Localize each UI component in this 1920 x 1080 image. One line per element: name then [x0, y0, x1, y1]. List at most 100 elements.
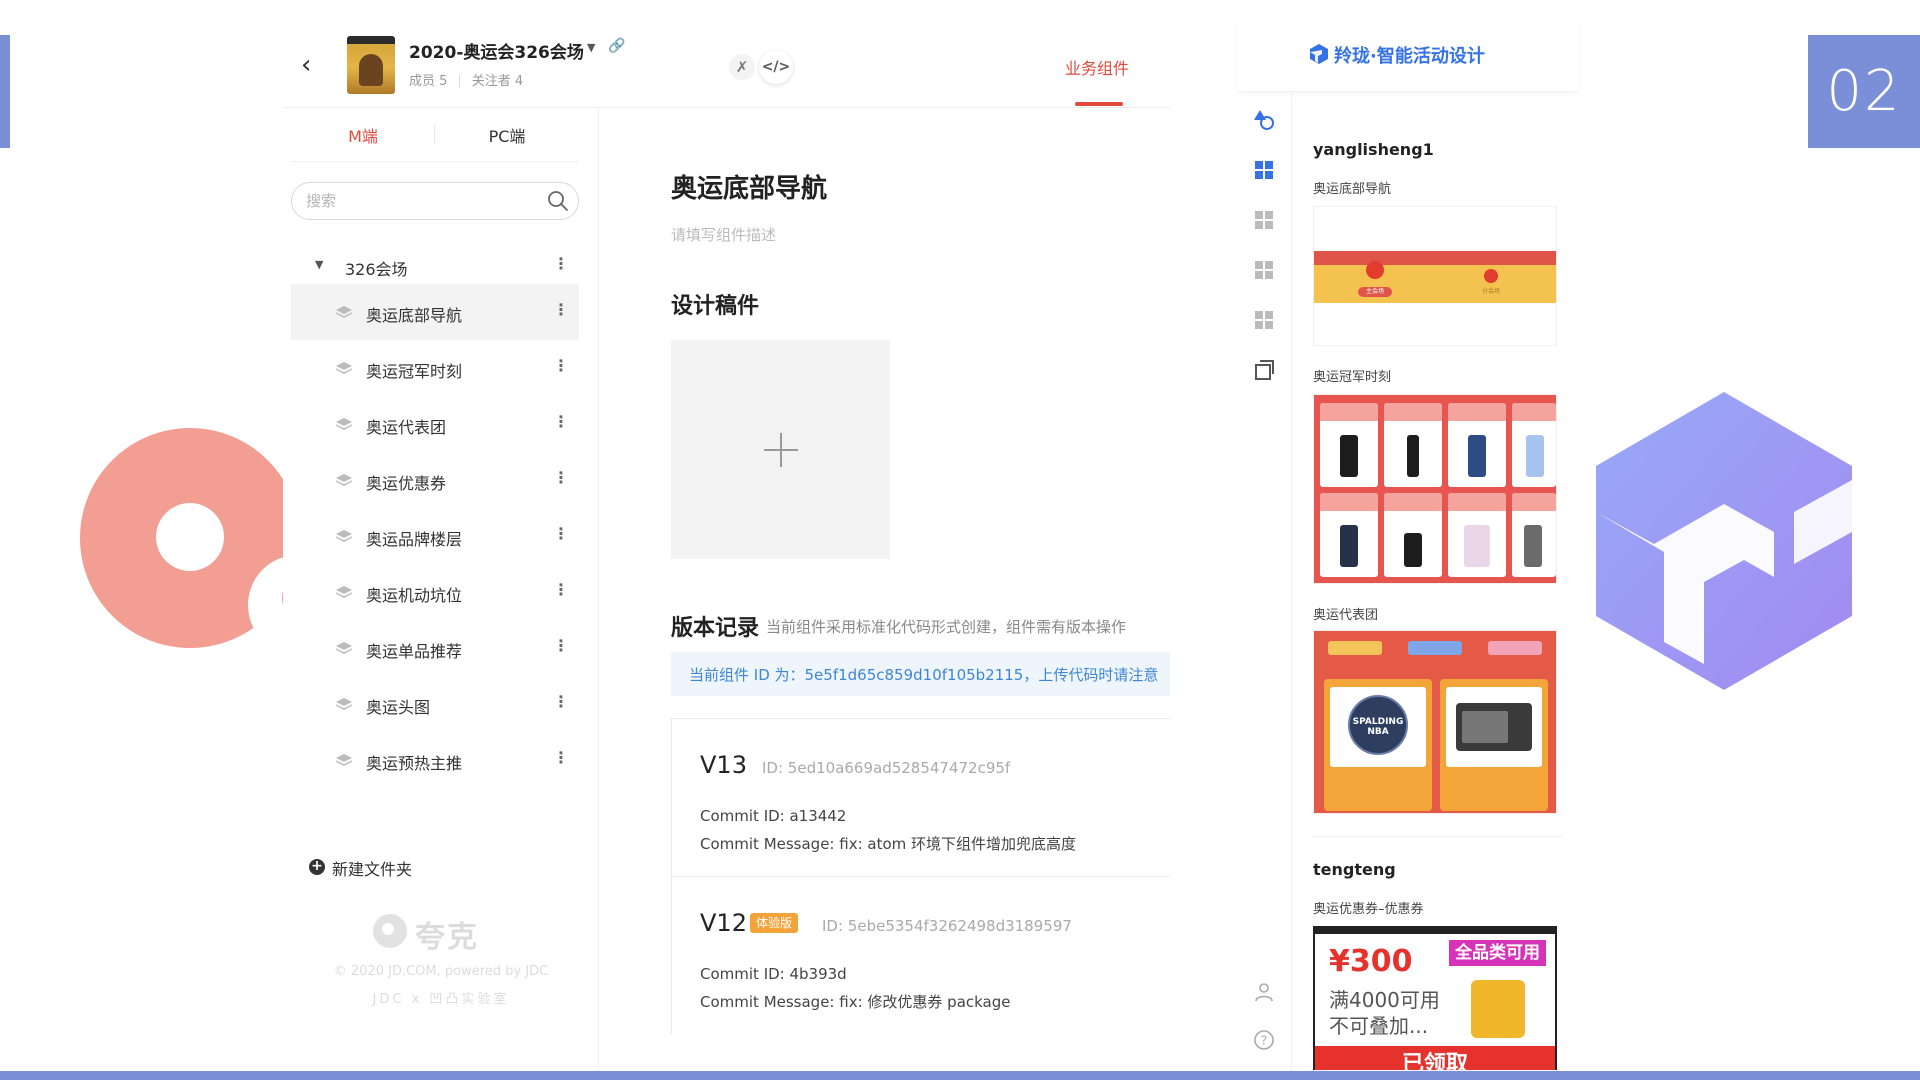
team-tab [1488, 641, 1542, 655]
project-title[interactable]: 2020-奥运会326会场 [409, 38, 584, 63]
active-tab-indicator [1075, 102, 1123, 106]
tools-icon[interactable]: ✗ [729, 54, 755, 80]
plus-icon [764, 433, 798, 467]
list-item[interactable]: 奥运头图 ⋮ [291, 676, 579, 732]
coupon-condition: 满4000可用 [1329, 988, 1440, 1012]
list-item[interactable]: … [291, 788, 579, 800]
design-app-panel: 羚珑·智能活动设计 ? yanglisheng1 奥运底部导航 主会场 分会场 … [1238, 20, 1578, 1070]
list-item[interactable]: 奥运机动坑位 ⋮ [291, 564, 579, 620]
pages-icon[interactable] [1252, 358, 1276, 382]
more-icon[interactable]: ⋮ [553, 300, 569, 320]
commit-id: Commit ID: a13442 [700, 807, 847, 825]
folder-expand-icon[interactable]: ▼ [315, 258, 323, 271]
search-icon[interactable] [546, 189, 570, 213]
version-id: ID: 5ebe5354f3262498d3189597 [822, 917, 1072, 935]
commit-id: Commit ID: 4b393d [700, 965, 847, 983]
layers-icon [335, 586, 353, 598]
copyright-text: © 2020 JD.COM, powered by JDC [333, 964, 549, 979]
oven-image [1456, 703, 1532, 751]
list-item[interactable]: 奥运底部导航 ⋮ [291, 284, 579, 340]
app-title: 羚珑·智能活动设计 [1334, 46, 1485, 67]
shapes-icon[interactable] [1252, 108, 1276, 132]
link-icon[interactable]: 🔗 [608, 38, 625, 54]
project-meta: 成员 5 | 关注者 4 [409, 74, 524, 89]
team-preview-thumbnail[interactable]: SPALDING NBA [1313, 630, 1557, 814]
templates-icon[interactable] [1252, 208, 1276, 232]
list-item-label: 奥运代表团 [366, 418, 447, 437]
component-feed: yanglisheng1 奥运底部导航 主会场 分会场 奥运冠军时刻 奥运代表团 [1313, 120, 1563, 1070]
user-name: tengteng [1313, 860, 1396, 879]
team-card: SPALDING NBA [1324, 679, 1432, 811]
version-section-title: 版本记录 [671, 616, 760, 641]
coupon-note: 不可叠加... [1329, 1014, 1429, 1038]
nav-preview-thumbnail[interactable]: 主会场 分会场 [1313, 206, 1557, 346]
user-name: yanglisheng1 [1313, 140, 1434, 159]
tab-mobile[interactable]: M端 [291, 123, 435, 147]
coupon-header [1315, 928, 1555, 934]
slide-accent-bar [0, 35, 10, 148]
list-item[interactable]: 奥运预热主推 ⋮ [291, 732, 579, 788]
version-name: V13 [700, 751, 747, 779]
more-icon[interactable]: ⋮ [553, 748, 569, 768]
components-icon[interactable] [1252, 158, 1276, 182]
list-item[interactable]: 奥运单品推荐 ⋮ [291, 620, 579, 676]
list-item[interactable]: 奥运代表团 ⋮ [291, 396, 579, 452]
search-input[interactable] [306, 191, 526, 211]
more-icon[interactable]: ⋮ [553, 254, 569, 274]
followers-count[interactable]: 关注者 4 [472, 74, 523, 89]
layers-icon [335, 754, 353, 766]
more-icon[interactable]: ⋮ [553, 524, 569, 544]
more-icon[interactable]: ⋮ [553, 468, 569, 488]
tab-business-components[interactable]: 业务组件 [1065, 55, 1129, 79]
version-card[interactable]: V12 体验版 ID: 5ebe5354f3262498d3189597 Com… [671, 876, 1170, 1034]
champion-preview-thumbnail[interactable] [1313, 394, 1557, 584]
layers-icon [335, 530, 353, 542]
blocks-icon[interactable] [1252, 308, 1276, 332]
new-folder-label: 新建文件夹 [332, 860, 413, 879]
tab-pc[interactable]: PC端 [435, 123, 579, 147]
members-count[interactable]: 成员 5 [409, 74, 447, 89]
more-icon[interactable]: ⋮ [553, 636, 569, 656]
coupon-amount: ¥300 [1329, 944, 1413, 979]
layers-icon [335, 698, 353, 710]
component-description-field[interactable]: 请填写组件描述 [671, 224, 776, 245]
app-logo-icon [1310, 44, 1328, 64]
product-card [1512, 403, 1556, 487]
modules-icon[interactable] [1252, 258, 1276, 282]
more-icon[interactable]: ⋮ [553, 692, 569, 712]
editor-topbar: ‹ 2020-奥运会326会场 ▼ 🔗 成员 5 | 关注者 4 ✗ </> 业务组… [283, 20, 1170, 108]
help-icon[interactable]: ? [1252, 1028, 1276, 1052]
project-dropdown-icon[interactable]: ▼ [587, 41, 595, 54]
decorative-ring-hole [156, 503, 224, 571]
list-item[interactable]: 奥运品牌楼层 ⋮ [291, 508, 579, 564]
product-card [1448, 493, 1506, 577]
component-sidebar: M端 PC端 ▼ 326会场 ⋮ 奥运底部导航 ⋮ [283, 108, 599, 1070]
list-item-label: 奥运冠军时刻 [366, 362, 463, 381]
brand-name: 夸克 [415, 920, 479, 955]
list-item-label: 奥运底部导航 [366, 306, 463, 325]
nav-preview-label-left: 主会场 [1358, 287, 1392, 297]
user-icon[interactable] [1252, 980, 1276, 1004]
coupon-claimed-button: 已领取 [1315, 1046, 1555, 1070]
design-app-header: 羚珑·智能活动设计 [1238, 20, 1578, 92]
component-label: 奥运冠军时刻 [1313, 370, 1392, 385]
product-card [1384, 403, 1442, 487]
code-icon[interactable]: </> [759, 50, 793, 84]
list-item[interactable]: 奥运优惠券 ⋮ [291, 452, 579, 508]
commit-message: Commit Message: fix: 修改优惠券 package [700, 993, 1011, 1011]
version-card[interactable]: V13 ID: 5ed10a669ad528547472c95f Commit … [671, 718, 1170, 876]
back-arrow-icon[interactable]: ‹ [301, 52, 321, 78]
list-item-label: … [366, 790, 382, 800]
team-tab [1408, 641, 1462, 655]
component-editor-panel: ‹ 2020-奥运会326会场 ▼ 🔗 成员 5 | 关注者 4 ✗ </> 业务组… [283, 20, 1170, 1070]
upload-design-button[interactable] [671, 340, 890, 559]
more-icon[interactable]: ⋮ [553, 580, 569, 600]
list-item[interactable]: 奥运冠军时刻 ⋮ [291, 340, 579, 396]
more-icon[interactable]: ⋮ [553, 356, 569, 376]
coupon-preview-thumbnail[interactable]: ¥300 全品类可用 满4000可用 不可叠加... 已领取 [1313, 926, 1557, 1070]
list-item-label: 奥运机动坑位 [366, 586, 463, 605]
more-icon[interactable]: ⋮ [553, 412, 569, 432]
brand-logo-icon [373, 914, 407, 948]
product-card [1384, 493, 1442, 577]
section-divider [1313, 836, 1563, 837]
